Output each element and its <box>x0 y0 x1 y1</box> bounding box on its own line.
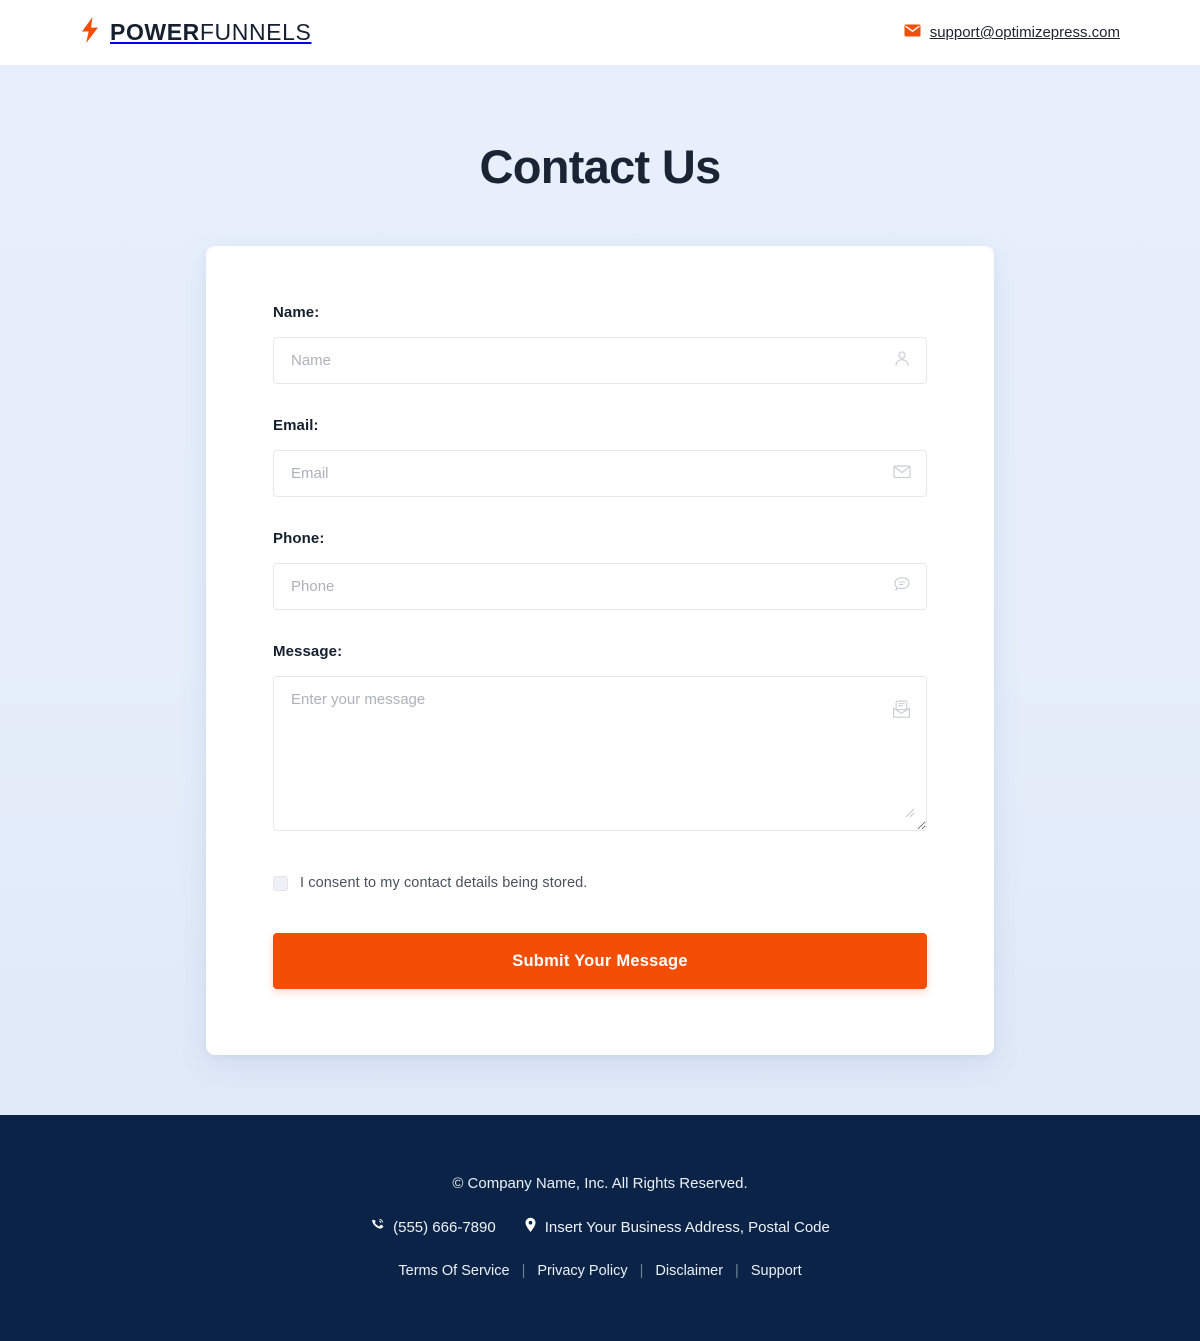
envelope-icon <box>904 24 921 41</box>
brand-logo[interactable]: POWERFUNNELS <box>80 17 311 48</box>
site-header: POWERFUNNELS support@optimizepress.com <box>0 0 1200 65</box>
main-content: Contact Us Name: Email: <box>0 65 1200 1115</box>
email-label: Email: <box>273 417 319 434</box>
email-input-wrap <box>273 450 927 497</box>
site-footer: © Company Name, Inc. All Rights Reserved… <box>0 1115 1200 1341</box>
field-phone: Phone: <box>273 530 927 610</box>
footer-link-terms-of-service[interactable]: Terms Of Service <box>386 1263 521 1279</box>
footer-address-text: Insert Your Business Address, Postal Cod… <box>544 1218 830 1236</box>
map-pin-icon <box>524 1217 537 1237</box>
brand-text-light: FUNNELS <box>199 19 312 45</box>
footer-links: Terms Of Service Privacy Policy Disclaim… <box>0 1263 1200 1279</box>
phone-icon <box>370 1218 385 1237</box>
footer-address: Insert Your Business Address, Postal Cod… <box>524 1217 830 1237</box>
field-email: Email: <box>273 417 927 497</box>
name-label: Name: <box>273 304 320 321</box>
footer-link-privacy-policy[interactable]: Privacy Policy <box>525 1263 639 1279</box>
consent-label: I consent to my contact details being st… <box>300 875 588 891</box>
phone-input-wrap <box>273 563 927 610</box>
footer-phone-text: (555) 666-7890 <box>393 1218 496 1236</box>
footer-link-disclaimer[interactable]: Disclaimer <box>643 1263 735 1279</box>
phone-label: Phone: <box>273 530 325 547</box>
email-input[interactable] <box>273 450 927 497</box>
footer-phone[interactable]: (555) 666-7890 <box>370 1218 496 1237</box>
footer-link-support[interactable]: Support <box>739 1263 814 1279</box>
message-input-wrap <box>273 676 927 831</box>
page-title: Contact Us <box>479 140 721 193</box>
brand-text: POWERFUNNELS <box>110 21 311 44</box>
lightning-bolt-icon <box>80 17 100 48</box>
name-input-wrap <box>273 337 927 384</box>
message-label: Message: <box>273 643 343 660</box>
brand-text-bold: POWER <box>110 19 200 45</box>
contact-form: Name: Email: <box>206 246 994 1055</box>
submit-button[interactable]: Submit Your Message <box>273 933 927 989</box>
contact-page: POWERFUNNELS support@optimizepress.com C… <box>0 0 1200 1341</box>
footer-copyright: © Company Name, Inc. All Rights Reserved… <box>452 1175 748 1192</box>
message-textarea[interactable] <box>273 676 927 831</box>
field-message: Message: <box>273 643 927 831</box>
consent-row: I consent to my contact details being st… <box>273 875 927 891</box>
header-email-link[interactable]: support@optimizepress.com <box>904 24 1120 41</box>
field-name: Name: <box>273 304 927 384</box>
name-input[interactable] <box>273 337 927 384</box>
consent-checkbox[interactable] <box>273 875 288 891</box>
footer-contact: (555) 666-7890 Insert Your Business Addr… <box>0 1217 1200 1237</box>
header-email-text: support@optimizepress.com <box>929 24 1120 41</box>
phone-input[interactable] <box>273 563 927 610</box>
